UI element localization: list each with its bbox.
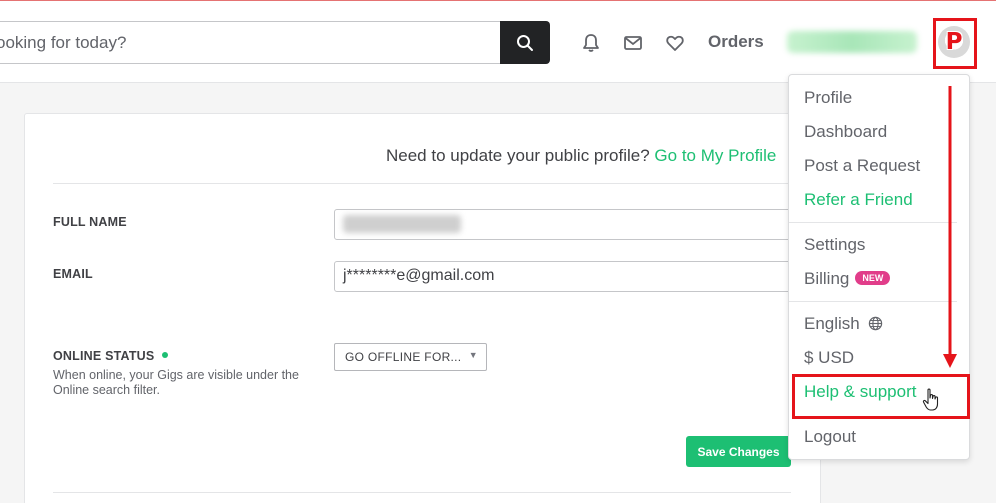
search-button[interactable] [500,21,550,64]
menu-item-billing-label: Billing [804,269,850,288]
menu-item-refer-friend[interactable]: Refer a Friend [804,190,913,210]
messages-button[interactable] [621,31,645,55]
online-status-label-text: ONLINE STATUS [53,349,155,363]
caret-down-icon: ▼ [468,350,478,360]
heart-icon [666,35,684,51]
profile-update-text: Need to update your public profile? [386,146,650,165]
search-bar [0,21,550,64]
online-status-select[interactable]: GO OFFLINE FOR... ▼ [334,343,487,371]
profile-update-banner: Need to update your public profile? Go t… [386,146,776,166]
menu-item-language[interactable]: English [804,314,883,334]
avatar[interactable]: P [938,26,970,58]
online-status-select-value: GO OFFLINE FOR... [345,350,462,364]
search-icon [517,34,533,51]
avatar-letter: P [945,29,963,55]
online-status-dot [162,352,169,358]
hand-cursor-icon [922,388,939,411]
menu-item-settings[interactable]: Settings [804,235,865,255]
section-divider [53,183,791,184]
menu-item-profile[interactable]: Profile [804,88,852,108]
menu-divider [789,301,957,302]
globe-icon [868,316,882,331]
annotation-arrow-icon [943,86,957,368]
go-to-profile-link[interactable]: Go to My Profile [654,146,776,165]
menu-item-billing[interactable]: Billing NEW [804,269,891,289]
orders-link[interactable]: Orders [708,32,764,52]
online-status-description: When online, your Gigs are visible under… [53,368,299,397]
menu-item-language-label: English [804,314,860,333]
bell-icon [583,34,599,52]
blurred-header-link[interactable] [787,31,917,53]
full-name-label: FULL NAME [53,215,127,229]
search-input[interactable] [0,21,500,64]
menu-divider [789,222,957,223]
menu-item-post-request[interactable]: Post a Request [804,156,920,176]
email-field[interactable]: j********e@gmail.com [334,261,794,292]
email-label: EMAIL [53,267,93,281]
blurred-full-name-value [343,215,461,233]
save-changes-button[interactable]: Save Changes [686,436,791,467]
bottom-divider [53,492,791,493]
menu-item-logout[interactable]: Logout [804,427,856,447]
new-badge: NEW [855,271,891,285]
menu-item-currency[interactable]: $ USD [804,348,854,368]
favorites-button[interactable] [663,31,687,55]
menu-item-dashboard[interactable]: Dashboard [804,122,887,142]
notifications-button[interactable] [579,31,603,55]
help-support-highlight-box [792,374,970,419]
mail-icon [624,36,642,50]
online-status-label: ONLINE STATUS [53,349,169,363]
